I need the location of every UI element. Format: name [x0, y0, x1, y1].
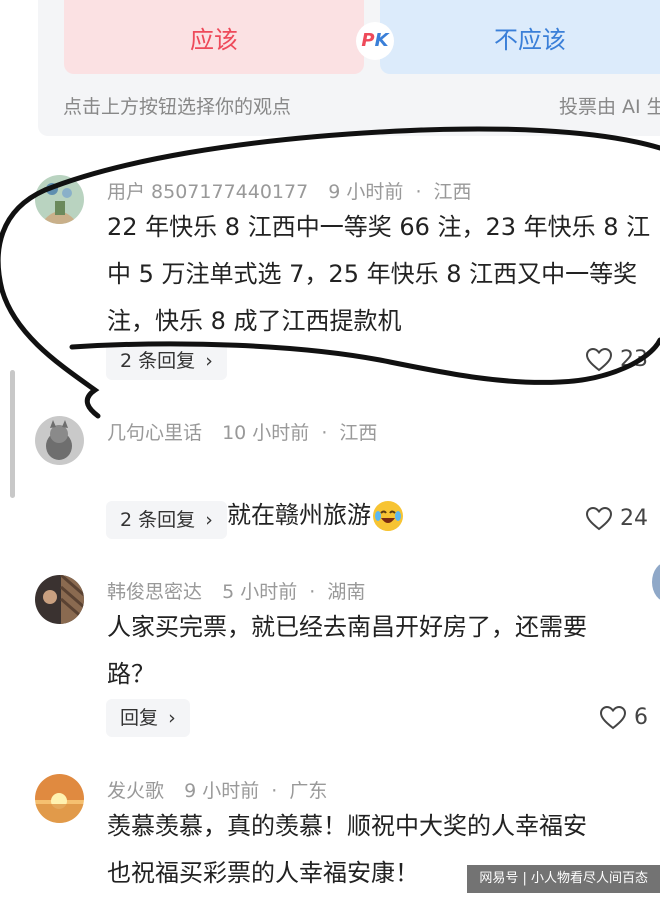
floating-avatar[interactable] — [652, 562, 660, 602]
like-count: 6 — [634, 705, 648, 730]
laughing-crying-emoji-icon — [373, 501, 403, 531]
comment-username[interactable]: 韩俊思密达 — [107, 581, 202, 603]
comment-time: 9 小时前 — [184, 780, 260, 802]
comment-username[interactable]: 发火歌 — [107, 780, 164, 802]
comment-meta: 用户 8507177440177 9 小时前 · 江西 — [107, 177, 472, 204]
avatar[interactable] — [35, 416, 84, 465]
comment-text: 人家买完票，就已经去南昌开好房了，还需要 路？ — [107, 613, 587, 688]
like-button[interactable]: 23 — [586, 347, 648, 372]
ai-vote-note: 投票由 AI 生 — [559, 96, 660, 118]
vote-yes-button[interactable]: 应该 — [64, 0, 364, 74]
meta-separator: · — [271, 780, 278, 802]
meta-separator: · — [415, 181, 422, 203]
heart-icon — [586, 506, 612, 530]
comment-text: 22 年快乐 8 江西中一等奖 66 注，23 年快乐 8 江 中 5 万注单式… — [107, 213, 651, 335]
pk-badge-icon: PK — [356, 22, 394, 60]
like-count: 24 — [620, 506, 648, 531]
watermark: 网易号 | 小人物看尽人间百态 — [467, 865, 660, 893]
comment-location: 江西 — [339, 422, 378, 444]
comment-time: 5 小时前 — [222, 581, 298, 603]
comment-username[interactable]: 几句心里话 — [107, 422, 202, 444]
vote-hint: 点击上方按钮选择你的观点 — [63, 96, 292, 118]
like-button[interactable]: 6 — [600, 705, 648, 730]
meta-separator: · — [321, 422, 328, 444]
pk-badge-k: K — [374, 30, 389, 51]
reply-button[interactable]: 回复 › — [106, 699, 190, 737]
avatar[interactable] — [35, 774, 84, 823]
heart-icon — [600, 705, 626, 729]
like-count: 23 — [620, 347, 648, 372]
reply-button[interactable]: 2 条回复 › — [106, 501, 227, 539]
comment-location: 广东 — [289, 780, 328, 802]
comment-location: 湖南 — [327, 581, 366, 603]
avatar[interactable] — [35, 575, 84, 624]
meta-separator: · — [309, 581, 316, 603]
comment-meta: 韩俊思密达 5 小时前 · 湖南 — [107, 577, 365, 604]
comment-meta: 几句心里话 10 小时前 · 江西 — [107, 418, 377, 445]
comment-location: 江西 — [433, 181, 472, 203]
chevron-right-icon: › — [205, 350, 213, 372]
comment-time: 10 小时前 — [222, 422, 310, 444]
avatar[interactable] — [35, 175, 84, 224]
chevron-right-icon: › — [205, 509, 213, 531]
vote-no-button[interactable]: 不应该 — [380, 0, 660, 74]
reply-label: 回复 — [120, 707, 159, 729]
comment-time: 9 小时前 — [328, 181, 404, 203]
like-button[interactable]: 24 — [586, 506, 648, 531]
reply-label: 2 条回复 — [120, 509, 196, 531]
reply-label: 2 条回复 — [120, 350, 196, 372]
chevron-right-icon: › — [168, 707, 176, 729]
heart-icon — [586, 347, 612, 371]
pk-badge-p: P — [361, 30, 375, 51]
comment-username[interactable]: 用户 8507177440177 — [107, 181, 308, 203]
comment-meta: 发火歌 9 小时前 · 广东 — [107, 776, 327, 803]
scrollbar[interactable] — [10, 370, 15, 498]
reply-button[interactable]: 2 条回复 › — [106, 342, 227, 380]
